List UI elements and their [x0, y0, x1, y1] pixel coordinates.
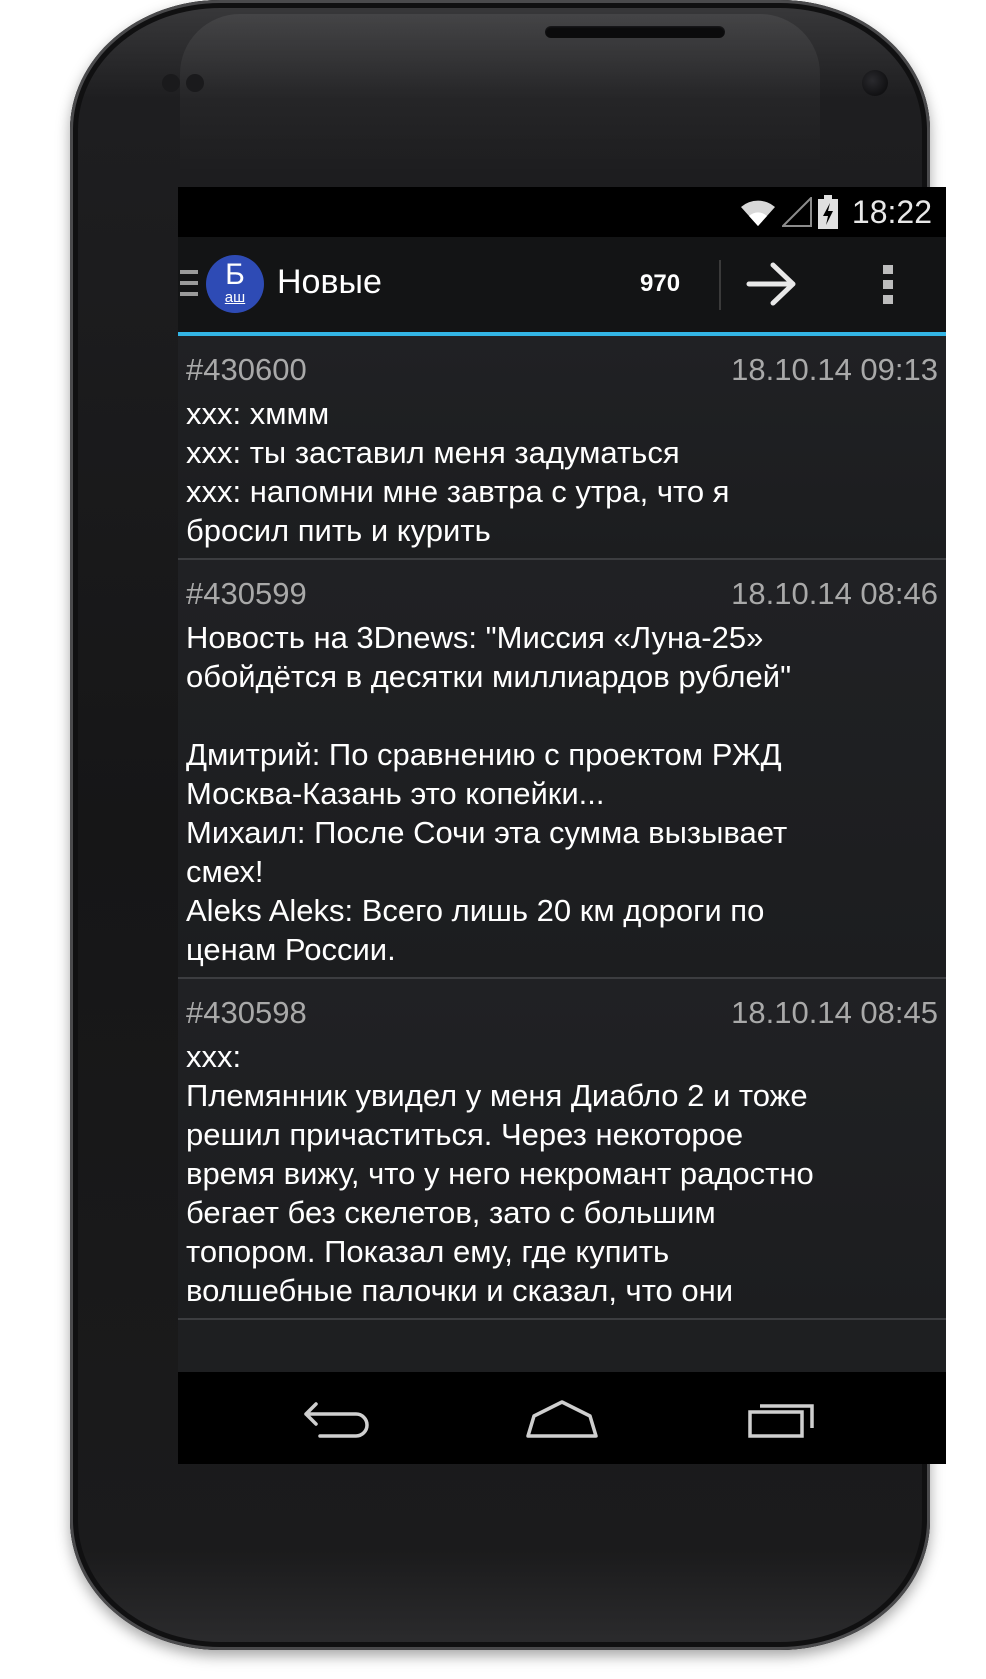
signal-icon: [781, 197, 812, 227]
quote-item[interactable]: #430600 18.10.14 09:13 xxx: хммм xxx: ты…: [178, 336, 946, 560]
drawer-icon[interactable]: [180, 270, 198, 300]
quote-item[interactable]: #430599 18.10.14 08:46 Новость на 3Dnews…: [178, 560, 946, 979]
quote-id[interactable]: #430600: [186, 350, 307, 390]
next-button[interactable]: [743, 259, 803, 309]
quote-id[interactable]: #430598: [186, 993, 307, 1033]
status-time: 18:22: [851, 193, 932, 230]
quote-counter[interactable]: 970: [640, 270, 680, 298]
quote-header: #430600 18.10.14 09:13: [186, 350, 938, 390]
action-bar: Б аш Новые 970: [178, 237, 946, 336]
status-bar: 18:22: [178, 187, 946, 237]
recent-apps-icon: [748, 1404, 814, 1438]
quote-header: #430599 18.10.14 08:46: [186, 574, 938, 614]
overflow-menu-button[interactable]: [868, 257, 908, 313]
navigation-bar: [178, 1372, 946, 1464]
page-title[interactable]: Новые: [277, 263, 382, 302]
front-camera: [862, 70, 888, 96]
phone-sheen: [180, 14, 820, 174]
sensor-dot: [162, 74, 180, 92]
quote-text: Новость на 3Dnews: "Миссия «Луна-25» обо…: [186, 620, 792, 967]
overflow-menu-icon: [883, 265, 893, 304]
quote-list[interactable]: #430600 18.10.14 09:13 xxx: хммм xxx: ты…: [178, 336, 946, 1371]
quote-date: 18.10.14 08:45: [731, 995, 938, 1030]
back-icon: [304, 1402, 369, 1438]
home-icon: [526, 1400, 598, 1438]
screen: 18:22 Б аш Новые 970 #430600 18.10.14 09…: [178, 187, 946, 1464]
sensor-dot: [186, 74, 204, 92]
quote-date: 18.10.14 08:46: [731, 576, 938, 611]
action-divider: [719, 260, 721, 310]
quote-date: 18.10.14 09:13: [731, 352, 938, 387]
status-icons: 18:22: [740, 193, 932, 231]
recent-apps-button[interactable]: [744, 1394, 824, 1444]
app-logo-subtext: аш: [224, 289, 246, 306]
wifi-icon: [740, 200, 775, 226]
quote-item[interactable]: #430598 18.10.14 08:45 xxx: Племянник ув…: [178, 979, 946, 1320]
arrow-right-icon: [746, 262, 796, 306]
battery-charging-icon: [817, 195, 838, 229]
quote-text: xxx: хммм xxx: ты заставил меня задумать…: [186, 396, 730, 548]
quote-id[interactable]: #430599: [186, 574, 307, 614]
quote-text: xxx: Племянник увидел у меня Диабло 2 и …: [186, 1039, 814, 1308]
home-button[interactable]: [522, 1394, 602, 1444]
back-button[interactable]: [298, 1394, 378, 1444]
phone-frame: 18:22 Б аш Новые 970 #430600 18.10.14 09…: [70, 0, 946, 1650]
app-logo[interactable]: Б аш: [206, 255, 264, 313]
app-logo-letter: Б: [225, 258, 245, 291]
quote-header: #430598 18.10.14 08:45: [186, 993, 938, 1033]
earpiece-speaker: [545, 26, 725, 38]
